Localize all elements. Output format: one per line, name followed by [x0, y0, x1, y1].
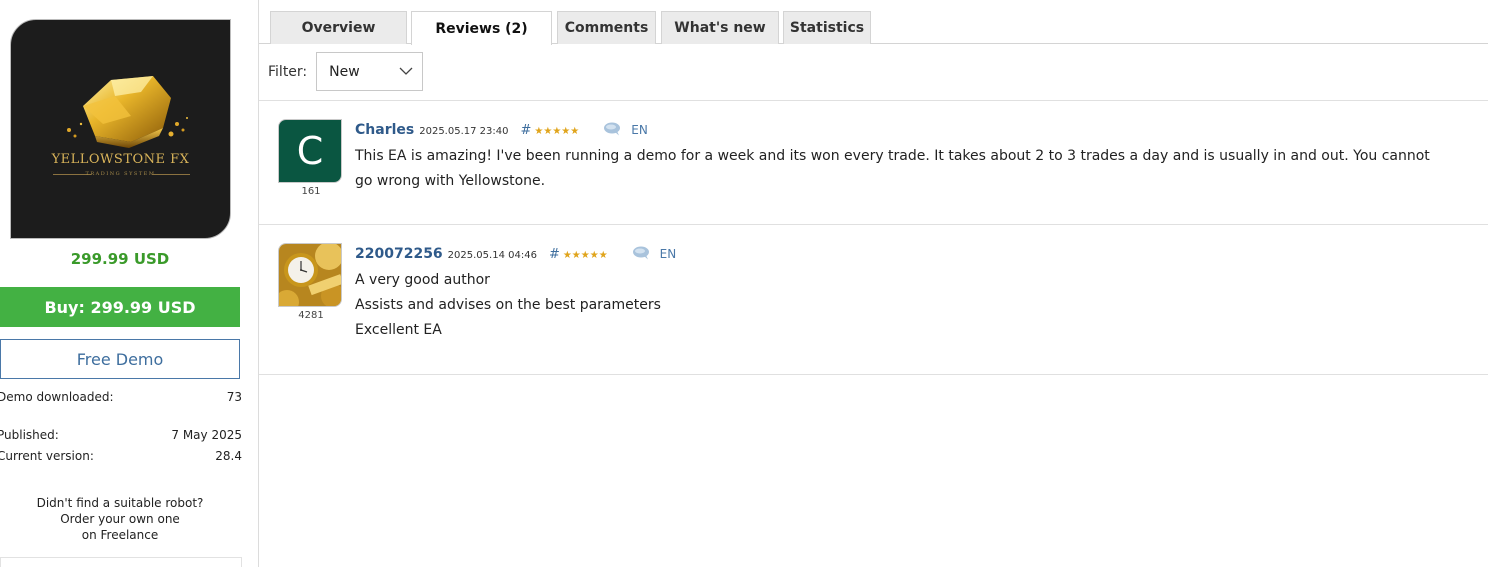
- gold-nugget-icon: [67, 76, 188, 148]
- gold-watch-avatar-image: [279, 244, 341, 306]
- comment-icon[interactable]: [632, 246, 650, 260]
- freelance-promo: Didn't find a suitable robot? Order your…: [0, 495, 240, 543]
- review-language[interactable]: EN: [631, 123, 648, 137]
- review-header: Charles 2025.05.17 23:40 # ★★★★★ EN: [355, 120, 648, 138]
- product-sidebar: YELLOWSTONE FX TRADING SYSTEM 299.99 USD…: [0, 0, 259, 567]
- demo-downloaded-value: 73: [226, 390, 242, 404]
- review-language[interactable]: EN: [660, 247, 677, 261]
- reviewer-rating-count: 4281: [298, 310, 324, 321]
- product-logo[interactable]: YELLOWSTONE FX TRADING SYSTEM: [10, 19, 231, 239]
- published-value: 7 May 2025: [171, 428, 242, 442]
- review-header: 220072256 2025.05.14 04:46 # ★★★★★ EN: [355, 244, 676, 262]
- tab-bar: Overview Reviews (2) Comments What's new…: [259, 0, 1488, 45]
- tab-statistics[interactable]: Statistics: [783, 11, 871, 44]
- review-text-line: Excellent EA: [355, 322, 442, 338]
- review-author[interactable]: Charles: [355, 122, 414, 138]
- review-text-line: This EA is amazing! I've been running a …: [355, 148, 1430, 189]
- reviewer-avatar-block: C 161: [278, 119, 344, 197]
- freelance-line: Order your own one: [60, 512, 180, 526]
- review-text-line: Assists and advises on the best paramete…: [355, 297, 661, 313]
- review-date: 2025.05.14 04:46: [447, 250, 537, 261]
- reviewer-rating-count: 161: [301, 186, 321, 197]
- filter-label: Filter:: [268, 63, 308, 80]
- published-label: Published:: [0, 428, 59, 442]
- review-author[interactable]: 220072256: [355, 246, 443, 262]
- review-item: C 161 Charles 2025.05.17 23:40 # ★★★★★ E…: [259, 101, 1488, 225]
- review-text: This EA is amazing! I've been running a …: [355, 144, 1448, 194]
- freelance-line: Didn't find a suitable robot?: [36, 496, 204, 510]
- filter-row: Filter: New: [268, 52, 424, 91]
- version-row: Current version: 28.4: [0, 449, 242, 463]
- published-row: Published: 7 May 2025: [0, 428, 242, 442]
- freelance-link[interactable]: on Freelance: [82, 528, 159, 542]
- sidebar-box: [0, 557, 242, 567]
- logo-title: YELLOWSTONE FX: [51, 152, 190, 167]
- review-text-line: A very good author: [355, 272, 490, 288]
- tab-overview[interactable]: Overview: [270, 11, 407, 44]
- review-permalink[interactable]: #: [549, 247, 560, 262]
- demo-downloaded-label: Demo downloaded:: [0, 390, 114, 404]
- reviewer-avatar-block: 4281: [278, 243, 344, 321]
- tab-reviews[interactable]: Reviews (2): [411, 11, 552, 45]
- review-date: 2025.05.17 23:40: [419, 126, 509, 137]
- review-text: A very good author Assists and advises o…: [355, 268, 1448, 343]
- avatar[interactable]: C: [278, 119, 342, 183]
- demo-downloaded-row: Demo downloaded: 73: [0, 390, 242, 404]
- tab-whats-new[interactable]: What's new: [661, 11, 779, 44]
- version-label: Current version:: [0, 449, 94, 463]
- version-value: 28.4: [215, 449, 242, 463]
- reviews-list: C 161 Charles 2025.05.17 23:40 # ★★★★★ E…: [259, 100, 1488, 375]
- logo-subtitle: TRADING SYSTEM: [85, 171, 156, 177]
- buy-button[interactable]: Buy: 299.99 USD: [0, 287, 240, 327]
- review-stars: ★★★★★: [562, 250, 608, 261]
- review-permalink[interactable]: #: [521, 123, 532, 138]
- comment-icon[interactable]: [603, 122, 621, 136]
- review-item: 4281 220072256 2025.05.14 04:46 # ★★★★★ …: [259, 225, 1488, 375]
- filter-selected-value: New: [329, 63, 360, 80]
- logo-divider: [152, 174, 190, 175]
- review-stars: ★★★★★: [534, 126, 580, 137]
- product-price: 299.99 USD: [70, 250, 170, 268]
- free-demo-button[interactable]: Free Demo: [0, 339, 240, 379]
- filter-select[interactable]: New: [316, 52, 424, 91]
- avatar[interactable]: [278, 243, 342, 307]
- chevron-down-icon: [399, 67, 413, 75]
- tab-comments[interactable]: Comments: [557, 11, 656, 44]
